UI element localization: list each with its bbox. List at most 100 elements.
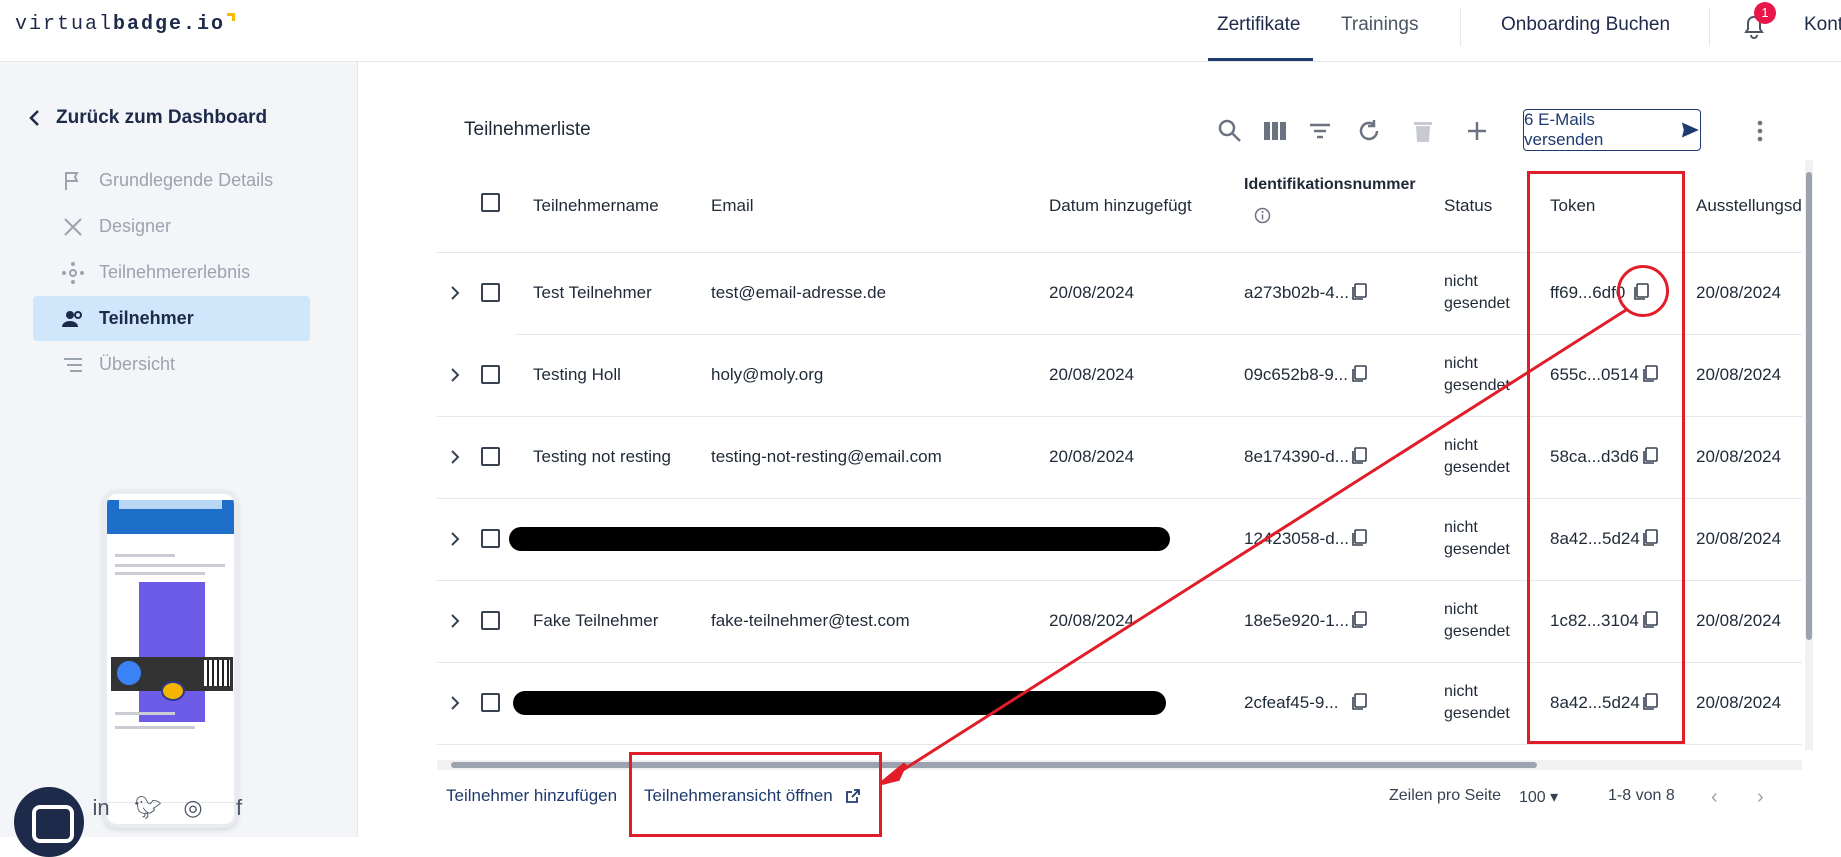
status-text: nicht gesendet [1444,355,1510,394]
issue-date: 20/08/2024 [1696,611,1782,630]
nav-active-indicator [1208,58,1313,61]
copy-id-icon[interactable] [1350,365,1368,383]
row-checkbox[interactable] [481,447,500,466]
sidebar: Zurück zum Dashboard Grundlegende Detail… [0,62,358,857]
annotation-copy-circle [1617,265,1669,317]
delete-icon[interactable] [1410,118,1436,144]
rows-per-page-select[interactable]: 100 ▾ [1519,787,1558,807]
vertical-scrollbar[interactable] [1805,160,1813,750]
send-icon [1682,122,1700,138]
column-header-name[interactable]: Teilnehmername [533,160,659,252]
refresh-icon[interactable] [1356,118,1382,144]
copy-id-icon[interactable] [1350,283,1368,301]
sidebar-item-teilnehmer[interactable]: Teilnehmer [33,296,310,341]
copy-id-icon[interactable] [1350,529,1368,547]
prev-page-button[interactable]: ‹ [1711,786,1718,809]
column-header-status[interactable]: Status [1444,160,1492,252]
nav-trainings[interactable]: Trainings [1341,14,1418,36]
people-icon [62,310,82,327]
sidebar-item-designer[interactable]: Designer [33,204,310,249]
top-bar: virtualbadge.io Zertifikate Trainings On… [0,0,1841,62]
column-header-email[interactable]: Email [711,160,754,252]
instagram-icon[interactable]: ◎ [180,795,206,821]
annotation-open-view-box [629,752,882,837]
onboarding-button[interactable]: Onboarding Buchen [1501,14,1670,36]
participant-email: holy@moly.org [711,365,824,384]
copy-id-icon[interactable] [1350,447,1368,465]
sidebar-item-label: Grundlegende Details [99,170,274,190]
back-to-dashboard-button[interactable]: Zurück zum Dashboard [28,107,267,129]
page-title: Teilnehmerliste [464,119,591,140]
issue-date: 20/08/2024 [1696,365,1782,384]
expand-row-chevron-icon[interactable] [447,449,463,465]
participant-name: Test Teilnehmer [533,283,652,302]
notification-badge: 1 [1754,2,1776,24]
issue-date: 20/08/2024 [1696,529,1782,548]
rows-per-page-value: 100 [1519,789,1546,806]
copy-id-icon[interactable] [1350,693,1368,711]
network-icon [62,261,84,284]
column-header-issued[interactable]: Ausstellungsd [1696,160,1802,252]
row-checkbox[interactable] [481,365,500,384]
add-participant-link[interactable]: Teilnehmer hinzufügen [446,786,617,806]
facebook-icon[interactable]: f [226,795,252,821]
row-checkbox[interactable] [481,283,500,302]
pagination-range: 1-8 von 8 [1608,787,1675,804]
expand-row-chevron-icon[interactable] [447,531,463,547]
copy-id-icon[interactable] [1350,611,1368,629]
expand-row-chevron-icon[interactable] [447,695,463,711]
account-menu[interactable]: Kont [1804,14,1841,36]
nav-divider [1460,8,1461,46]
sidebar-item-grundlegende-details[interactable]: Grundlegende Details [33,158,310,203]
expand-row-chevron-icon[interactable] [447,367,463,383]
date-added: 20/08/2024 [1049,365,1135,384]
status-text: nicht gesendet [1444,437,1510,476]
date-added: 20/08/2024 [1049,283,1135,302]
row-checkbox[interactable] [481,529,500,548]
columns-icon[interactable] [1262,118,1288,144]
participant-name: Testing not resting [533,447,671,466]
expand-row-chevron-icon[interactable] [447,613,463,629]
sidebar-item-label: Teilnehmererlebnis [99,262,251,282]
date-added: 20/08/2024 [1049,447,1135,466]
nav-zertifikate[interactable]: Zertifikate [1217,14,1300,36]
row-checkbox[interactable] [481,693,500,712]
participant-name: Fake Teilnehmer [533,611,659,630]
nav-divider [1709,8,1710,46]
chat-button[interactable] [14,787,84,857]
filter-icon[interactable] [1307,118,1333,144]
add-icon[interactable] [1464,118,1490,144]
phone-preview [103,490,238,828]
sidebar-item-uebersicht[interactable]: Übersicht [33,342,310,387]
issue-date: 20/08/2024 [1696,693,1782,712]
more-options-icon[interactable] [1752,118,1768,144]
identification-number: 2cfeaf45-9... [1244,693,1339,712]
column-header-id[interactable]: Identifikationsnummer [1244,176,1416,194]
column-header-date[interactable]: Datum hinzugefügt [1049,160,1192,252]
info-icon[interactable] [1254,207,1271,224]
sidebar-item-label: Designer [99,216,172,236]
sidebar-item-label: Übersicht [99,354,176,374]
flag-icon [65,171,79,190]
sidebar-item-teilnehmererlebnis[interactable]: Teilnehmererlebnis [33,250,310,295]
select-all-checkbox[interactable] [481,193,500,212]
expand-row-chevron-icon[interactable] [447,285,463,301]
annotation-token-column [1527,171,1685,744]
logo[interactable]: virtualbadge.io [15,13,236,36]
rows-per-page-label: Zeilen pro Seite [1389,787,1502,804]
participant-email: testing-not-resting@email.com [711,447,942,466]
identification-number: 8e174390-d... [1244,447,1349,466]
twitter-icon[interactable]: 🐦︎ [134,795,162,821]
chevron-left-icon [29,110,39,126]
next-page-button[interactable]: › [1757,786,1764,809]
row-checkbox[interactable] [481,611,500,630]
identification-number: a273b02b-4... [1244,283,1349,302]
back-label: Zurück zum Dashboard [56,107,268,128]
send-emails-button[interactable]: 6 E-Mails versenden [1523,109,1701,151]
issue-date: 20/08/2024 [1696,283,1782,302]
linkedin-icon[interactable]: in [88,795,114,821]
search-icon[interactable] [1217,118,1243,144]
status-text: nicht gesendet [1444,683,1510,722]
status-text: nicht gesendet [1444,519,1510,558]
participant-email: test@email-adresse.de [711,283,887,302]
